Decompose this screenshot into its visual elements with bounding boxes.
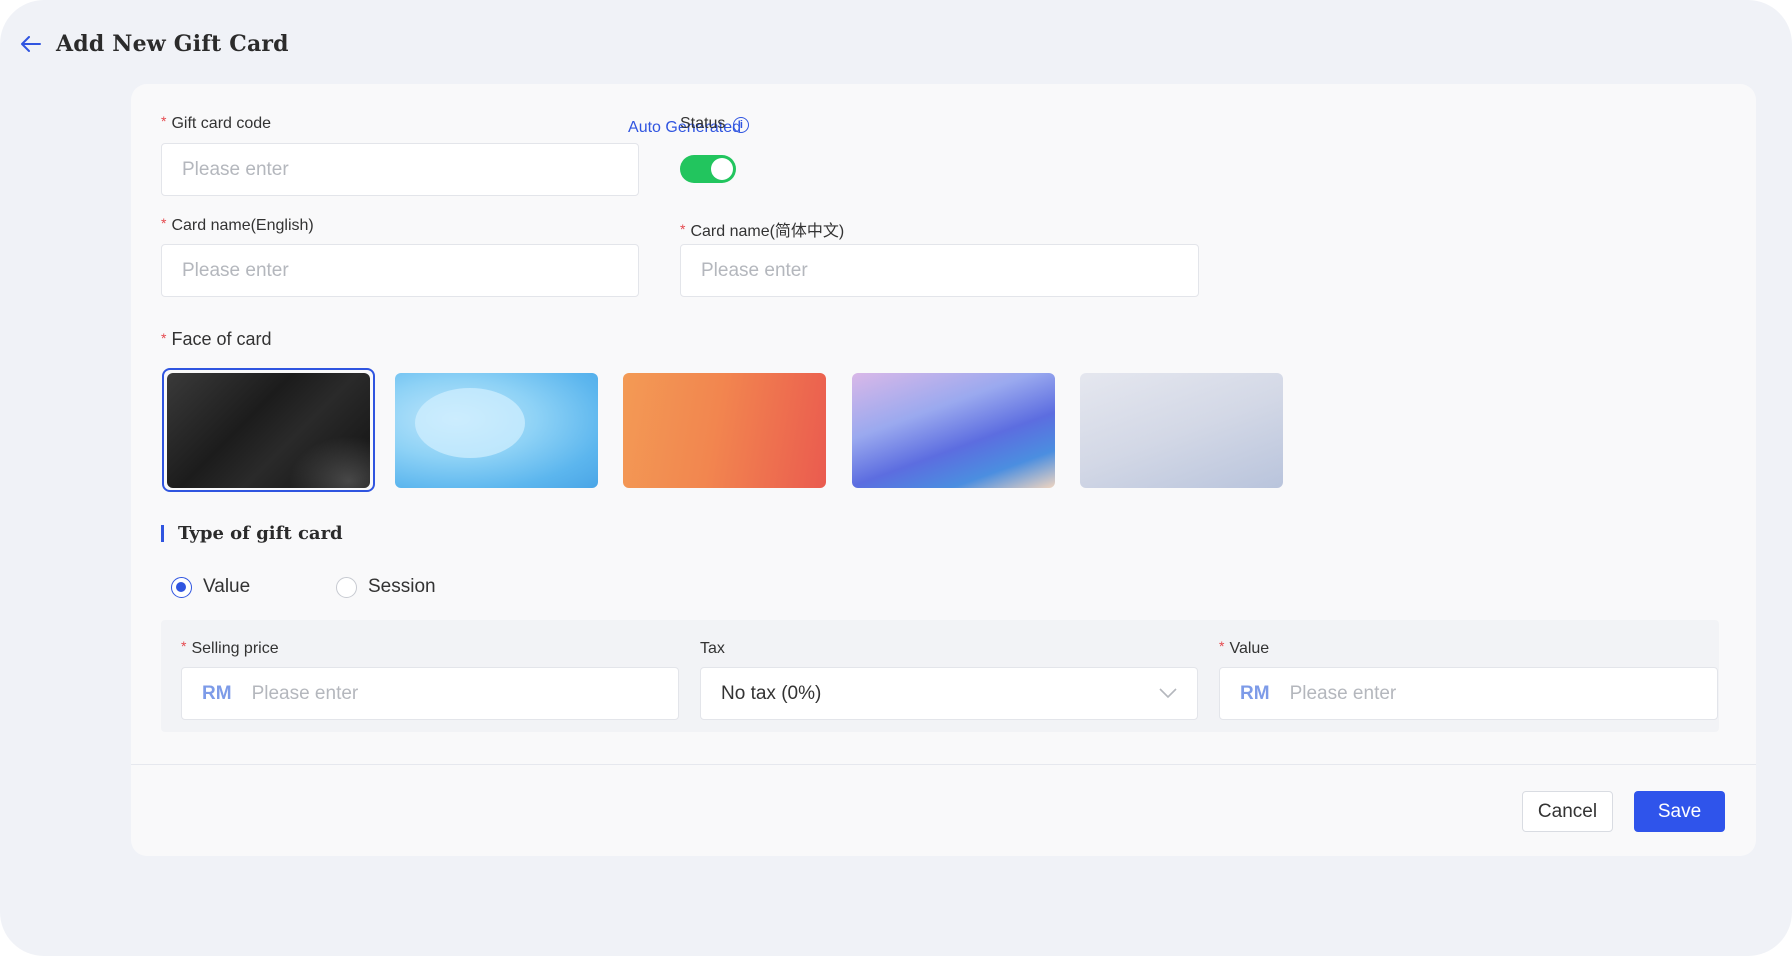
section-title-type: Type of gift card — [161, 523, 343, 544]
section-accent-bar — [161, 525, 164, 542]
tax-select[interactable]: No tax (0%) — [700, 667, 1198, 720]
value-label: * Value — [1219, 638, 1270, 657]
status-toggle[interactable] — [680, 155, 736, 183]
gift-code-input[interactable] — [182, 158, 618, 181]
back-button[interactable] — [18, 31, 44, 57]
currency-prefix: RM — [202, 682, 232, 704]
card-face-purple[interactable] — [852, 373, 1055, 488]
tax-label: Tax — [700, 640, 725, 657]
card-face-blue[interactable] — [395, 373, 598, 488]
selling-price-input[interactable] — [251, 682, 658, 705]
price-panel: *Selling price RM Tax No tax (0%) *Value… — [161, 620, 1719, 732]
info-icon[interactable]: i — [733, 117, 750, 133]
face-of-card-label: * Face of card — [161, 329, 272, 349]
tax-selected-value: No tax (0%) — [721, 682, 822, 704]
arrow-left-icon — [21, 36, 41, 52]
card-name-cn-label: * Card name(简体中文) — [680, 221, 845, 240]
selling-price-label: * Selling price — [181, 638, 279, 657]
radio-session[interactable]: Session — [336, 576, 436, 598]
required-marker: * — [161, 113, 167, 129]
required-marker: * — [161, 215, 167, 231]
radio-circle-checked — [171, 576, 192, 598]
required-marker: * — [1219, 638, 1225, 654]
card-name-en-input[interactable] — [182, 259, 618, 282]
currency-prefix: RM — [1240, 682, 1270, 704]
toggle-knob — [711, 158, 733, 180]
cancel-button[interactable]: Cancel — [1522, 791, 1613, 832]
gift-code-label: * Gift card code — [161, 113, 272, 132]
footer-divider — [131, 764, 1756, 765]
selling-price-field[interactable]: RM — [181, 667, 679, 720]
card-name-en-label: * Card name(English) — [161, 215, 314, 234]
required-marker: * — [161, 330, 167, 346]
radio-value[interactable]: Value — [171, 576, 250, 598]
page-header: Add New Gift Card — [18, 26, 289, 62]
required-marker: * — [680, 221, 686, 237]
card-name-en-field[interactable] — [161, 244, 639, 297]
app-window: Add New Gift Card * Gift card code Auto G… — [0, 0, 1792, 956]
card-face-orange[interactable] — [623, 373, 826, 488]
value-input[interactable] — [1289, 682, 1697, 705]
radio-circle — [336, 576, 357, 598]
page-title: Add New Gift Card — [56, 31, 289, 57]
save-button[interactable]: Save — [1634, 791, 1725, 832]
gift-code-field[interactable] — [161, 143, 639, 196]
required-marker: * — [181, 638, 187, 654]
value-field[interactable]: RM — [1219, 667, 1718, 720]
card-face-silver[interactable] — [1080, 373, 1283, 488]
card-name-cn-field[interactable] — [680, 244, 1199, 297]
form-card: *Gift card code Auto Generated Status i … — [131, 84, 1756, 856]
card-name-cn-input[interactable] — [701, 259, 1178, 282]
chevron-down-icon — [1159, 688, 1177, 699]
status-label: Status i — [680, 115, 750, 133]
card-face-dark[interactable] — [167, 373, 370, 488]
